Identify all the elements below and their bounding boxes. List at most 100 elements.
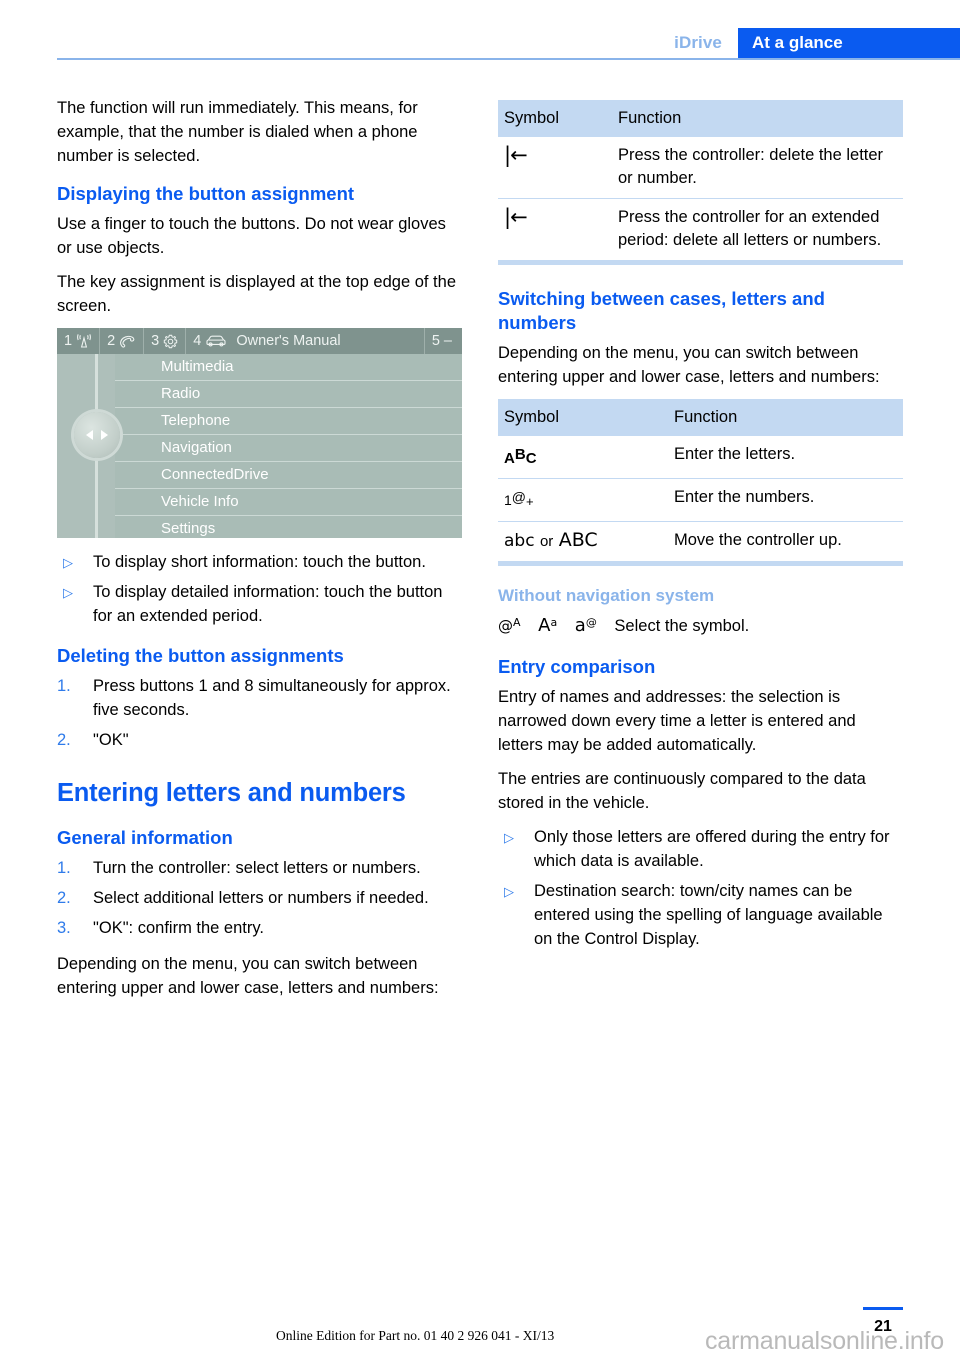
list-item: ▷ Destination search: town/city names ca…: [498, 879, 903, 951]
table-bottom-bar: [498, 561, 903, 566]
idrive-menu-list: Multimedia Radio Telephone Navigation Co…: [57, 354, 462, 538]
topbar-number-4: 4: [193, 333, 202, 349]
idrive-menu-item-settings[interactable]: Settings: [115, 515, 462, 538]
idrive-topbar-item-1[interactable]: 1: [57, 328, 101, 354]
idrive-menu-item-navigation[interactable]: Navigation: [115, 434, 462, 461]
abc-letters-glyph: ABC: [504, 446, 537, 467]
heading-entry-comparison: Entry comparison: [498, 656, 656, 677]
without-nav-text: Select the symbol.: [614, 617, 750, 635]
bullet-triangle-icon: ▷: [63, 555, 73, 570]
idrive-topbar-item-5[interactable]: 5 –: [425, 328, 462, 354]
topbar-number-3: 3: [151, 333, 160, 349]
idrive-menu-item-vehicle-info[interactable]: Vehicle Info: [115, 488, 462, 515]
cell-function: Press the controller: delete the letter …: [612, 137, 903, 199]
watermark-text: carmanualsonline.info: [704, 1327, 944, 1355]
step-number: 2.: [57, 731, 71, 749]
idrive-menu-item-telephone[interactable]: Telephone: [115, 407, 462, 434]
backspace-glyph: |←: [504, 205, 528, 229]
backspace-icon: |←: [498, 199, 612, 261]
table-header-row: Symbol Function: [498, 100, 903, 137]
paragraph-switching-left: Depending on the menu, you can switch be…: [57, 955, 439, 997]
content-columns: The function will run immediately. This …: [57, 96, 903, 1014]
abc-letters-icon: ABC: [498, 436, 668, 479]
column-header-function: Function: [668, 399, 903, 436]
heading-displaying-button-assignment: Displaying the button assignment: [57, 183, 355, 204]
list-item: ▷ Only those letters are offered during …: [498, 825, 903, 873]
header-divider: [57, 58, 960, 60]
table-case-symbols: Symbol Function ABC Enter the letters. 1…: [498, 399, 903, 561]
column-header-function: Function: [612, 100, 903, 137]
column-header-symbol: Symbol: [498, 100, 612, 137]
idrive-screenshot-figure: 1 2 3 4 Owner's Manual 5 – Multimedia Ra…: [57, 328, 462, 538]
gear-icon: [163, 334, 178, 349]
table-row: |← Press the controller: delete the lett…: [498, 137, 903, 199]
bullet-triangle-icon: ▷: [63, 585, 73, 600]
without-nav-symbol-line: @A Aa a@ Select the symbol.: [498, 610, 903, 639]
case-switch-icon: abc or ABC: [498, 522, 668, 562]
bullet-list-display-info: ▷ To display short information: touch th…: [57, 550, 462, 628]
backspace-glyph: |←: [504, 143, 528, 167]
list-item: ▷ To display short information: touch th…: [57, 550, 462, 574]
topbar-number-2: 2: [107, 333, 116, 349]
step-number: 3.: [57, 919, 71, 937]
steps-general-information: 1. Turn the controller: select letters o…: [57, 856, 462, 940]
idrive-topbar-item-3[interactable]: 3: [144, 328, 187, 354]
backspace-icon: |←: [498, 137, 612, 199]
idrive-title: Owner's Manual: [236, 333, 341, 349]
at-uppercase-icon: @A: [498, 616, 521, 635]
step-text: "OK": confirm the entry.: [93, 919, 264, 937]
intro-paragraph: The function will run immediately. This …: [57, 99, 418, 165]
cell-function: Move the controller up.: [674, 531, 842, 549]
cell-function: Enter the letters.: [668, 436, 903, 479]
idrive-controller-knob[interactable]: [74, 412, 120, 458]
paragraph-key-assignment: The key assignment is displayed at the t…: [57, 273, 456, 315]
list-item: 3. "OK": confirm the entry.: [57, 916, 462, 940]
bullet-triangle-icon: ▷: [504, 884, 514, 899]
topbar-label-5: 5 –: [431, 333, 452, 349]
idrive-topbar-item-2[interactable]: 2: [100, 328, 145, 354]
table-row: ABC Enter the letters.: [498, 436, 903, 479]
table-header-row: Symbol Function: [498, 399, 903, 436]
topbar-number-1: 1: [64, 333, 73, 349]
list-item: 1. Turn the controller: select letters o…: [57, 856, 462, 880]
bullet-triangle-icon: ▷: [504, 830, 514, 845]
table-row: 1@+ Enter the numbers.: [498, 478, 903, 522]
paragraph-entry-2: The entries are continuously compared to…: [498, 770, 866, 812]
heading-general-information: General information: [57, 827, 233, 848]
page-header: iDrive At a glance: [0, 0, 960, 70]
telephone-handset-icon: [119, 334, 136, 349]
left-column: The function will run immediately. This …: [57, 96, 462, 1014]
list-item: 2. "OK": [57, 728, 462, 752]
right-column: Symbol Function |← Press the controller:…: [498, 96, 903, 1014]
step-text: Select additional letters or numbers if …: [93, 889, 429, 907]
step-text: Turn the controller: select letters or n…: [93, 859, 421, 877]
idrive-menu-item-radio[interactable]: Radio: [115, 380, 462, 407]
idrive-menu-item-connecteddrive[interactable]: ConnectedDrive: [115, 461, 462, 488]
table-delete-functions: Symbol Function |← Press the controller:…: [498, 100, 903, 260]
idrive-topbar-item-4[interactable]: 4 Owner's Manual: [186, 328, 425, 354]
step-number: 1.: [57, 677, 71, 695]
header-chapter-label: iDrive: [674, 33, 722, 52]
cell-function: Press the controller for an extended per…: [618, 208, 882, 249]
step-number: 1.: [57, 859, 71, 877]
numbers-icon: 1@+: [498, 478, 668, 522]
heading-switching-cases: Switching between cases, letters and num…: [498, 288, 825, 333]
idrive-menu-item-multimedia[interactable]: Multimedia: [115, 354, 462, 380]
heading-deleting-button-assignments: Deleting the button assignments: [57, 645, 344, 666]
arrow-right-icon: [101, 430, 108, 440]
footer-edition-note: Online Edition for Part no. 01 40 2 926 …: [276, 1328, 555, 1343]
page-footer: Online Edition for Part no. 01 40 2 926 …: [0, 1292, 960, 1362]
numbers-glyph: 1@+: [504, 489, 534, 509]
car-icon: [205, 334, 227, 348]
list-item-text: To display short information: touch the …: [93, 553, 426, 571]
idrive-topbar: 1 2 3 4 Owner's Manual 5 –: [57, 328, 462, 354]
heading-without-navigation-system: Without navigation system: [498, 586, 715, 605]
paragraph-switching-right: Depending on the menu, you can switch be…: [498, 344, 880, 386]
list-item: ▷ To display detailed information: touch…: [57, 580, 462, 628]
list-item: 2. Select additional letters or numbers …: [57, 886, 462, 910]
paragraph-touch-buttons: Use a finger to touch the buttons. Do no…: [57, 215, 446, 257]
step-text: "OK": [93, 731, 129, 749]
paragraph-entry-1: Entry of names and addresses: the select…: [498, 688, 856, 754]
footer-divider: [863, 1307, 903, 1310]
cell-function: Enter the numbers.: [668, 478, 903, 522]
